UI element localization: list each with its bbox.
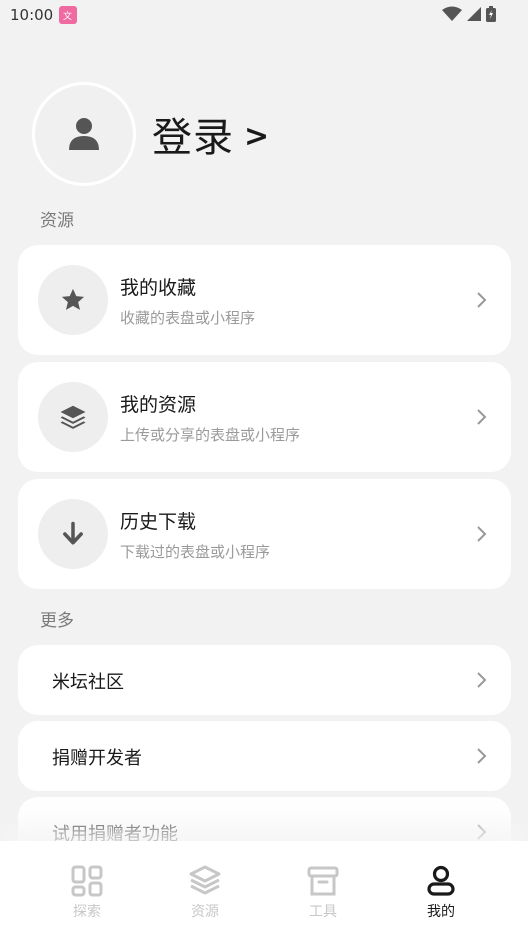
wifi-icon <box>442 6 462 21</box>
my-resources-subtitle: 上传或分享的表盘或小程序 <box>120 426 301 444</box>
my-resources-icon-circle <box>38 382 108 452</box>
profile-header[interactable]: 登录 > <box>32 82 269 186</box>
download-history-subtitle: 下载过的表盘或小程序 <box>120 543 271 561</box>
community-title: 米坛社区 <box>52 672 124 693</box>
person-icon <box>427 865 455 896</box>
tab-label: 探索 <box>73 904 101 920</box>
tab-tools[interactable]: 工具 <box>264 841 382 939</box>
tab-explore[interactable]: 探索 <box>28 841 146 939</box>
favorites-title: 我的收藏 <box>120 277 197 299</box>
chevron-right-icon <box>477 824 487 840</box>
tab-label: 我的 <box>427 904 455 920</box>
favorites-icon-circle <box>38 265 108 335</box>
status-bar: 10:00 文 <box>0 0 528 30</box>
tab-label: 资源 <box>191 904 219 920</box>
favorites-subtitle: 收藏的表盘或小程序 <box>120 309 256 327</box>
login-label: 登录 <box>152 115 234 161</box>
chevron-right-icon <box>477 409 487 425</box>
grid-icon <box>71 865 103 897</box>
chevron-right-icon <box>477 526 487 542</box>
translate-app-icon: 文 <box>59 6 78 24</box>
tab-resources[interactable]: 资源 <box>146 841 264 939</box>
login-link[interactable]: 登录 > <box>152 105 269 163</box>
download-history-item[interactable]: 历史下载 下载过的表盘或小程序 <box>18 479 511 589</box>
favorites-item[interactable]: 我的收藏 收藏的表盘或小程序 <box>18 245 511 355</box>
download-history-icon-circle <box>38 499 108 569</box>
tab-me[interactable]: 我的 <box>382 841 500 939</box>
battery-icon <box>486 6 496 22</box>
community-item[interactable]: 米坛社区 <box>18 645 511 715</box>
tab-label: 工具 <box>309 904 337 920</box>
svg-text:文: 文 <box>63 10 72 21</box>
person-avatar-icon <box>69 118 99 150</box>
download-arrow-icon <box>63 521 83 545</box>
status-icons <box>442 6 496 22</box>
chevron-right-icon <box>477 672 487 688</box>
donate-developer-item[interactable]: 捐赠开发者 <box>18 721 511 791</box>
toolbox-icon <box>307 866 339 896</box>
section-title-resources: 资源 <box>40 211 74 231</box>
login-arrow: > <box>244 118 270 154</box>
chevron-right-icon <box>477 748 487 764</box>
section-title-more: 更多 <box>40 611 74 631</box>
signal-icon <box>467 7 481 21</box>
star-icon <box>61 288 85 310</box>
my-resources-title: 我的资源 <box>120 394 197 416</box>
avatar[interactable] <box>32 82 136 186</box>
bottom-tab-bar: 探索 资源 工具 我的 <box>0 841 528 939</box>
layers-icon <box>189 865 221 895</box>
donate-developer-title: 捐赠开发者 <box>52 748 142 769</box>
my-resources-item[interactable]: 我的资源 上传或分享的表盘或小程序 <box>18 362 511 472</box>
status-time: 10:00 <box>10 6 54 24</box>
download-history-title: 历史下载 <box>120 511 197 533</box>
layers-icon <box>60 405 86 429</box>
chevron-right-icon <box>477 292 487 308</box>
